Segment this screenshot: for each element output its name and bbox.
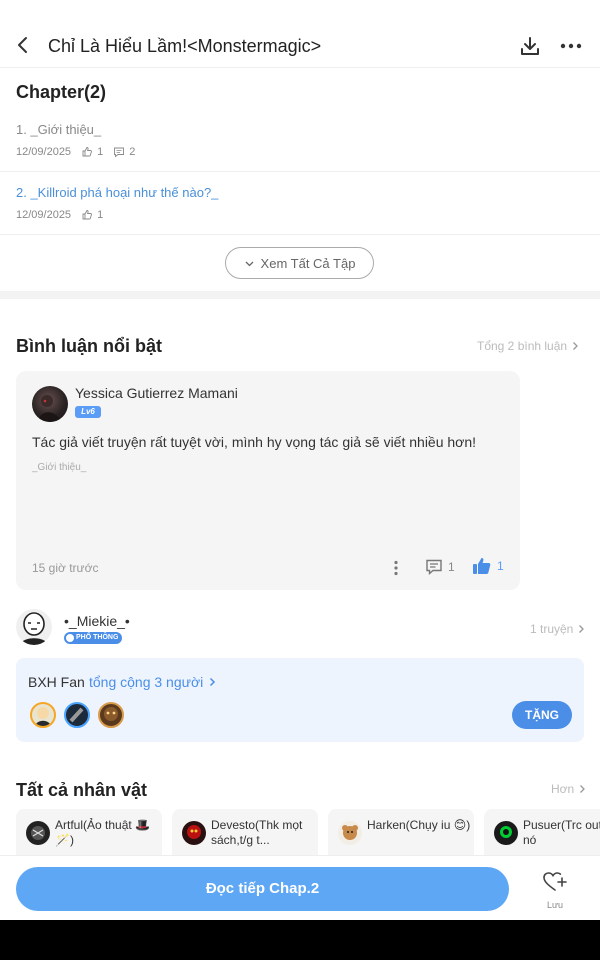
chapter-meta: 12/09/2025 1 2 (16, 146, 135, 158)
download-icon[interactable] (518, 34, 542, 58)
fan-total-label: tổng cộng 3 người (89, 674, 204, 690)
total-comments-link[interactable]: Tổng 2 bình luận (477, 339, 580, 353)
comment-icon (426, 559, 442, 576)
characters-more-label: Hơn (551, 782, 575, 796)
chapter-date: 12/09/2025 (16, 146, 72, 158)
author-stories-label: 1 truyện (530, 622, 574, 636)
fan-avatar[interactable] (30, 702, 56, 728)
comment-text: Tác giả viết truyện rất tuyệt vời, mình … (32, 434, 477, 450)
chapter-likes: 1 (97, 146, 104, 158)
featured-comment-card[interactable]: Yessica Gutierrez Mamani Lv6 Tác giả viế… (16, 371, 520, 590)
chevron-right-icon (210, 677, 216, 687)
fan-avatar[interactable] (64, 702, 90, 728)
comments-title: Bình luận nổi bật (16, 336, 162, 356)
screen: Chỉ Là Hiểu Lầm!<Monstermagic> Chapter(2… (0, 0, 600, 920)
thumbs-up-icon (473, 558, 491, 574)
author-tier-badge: PHỔ THÔNG (64, 632, 123, 644)
chapter-item[interactable]: 2. _Killroid phá hoại như thế nào?_ 12/0… (0, 172, 600, 235)
character-avatar (26, 821, 50, 845)
character-name: Pusuer(Trc out này nó (523, 818, 600, 847)
section-divider (0, 291, 600, 299)
total-comments-label: Tổng 2 bình luận (477, 339, 568, 353)
view-all-label: Xem Tất Cả Tập (260, 255, 356, 271)
character-avatar (338, 821, 362, 845)
like-button[interactable]: 1 (472, 557, 504, 575)
chevron-right-icon (579, 625, 585, 633)
gift-button[interactable]: TẶNG (512, 701, 572, 729)
comment-reply-button[interactable]: 1 (425, 558, 455, 576)
fan-ranking-label: BXH Fan (28, 674, 85, 690)
author-avatar[interactable] (16, 609, 52, 645)
chapter-name: 2. _Killroid phá hoại như thế nào?_ (16, 185, 219, 200)
like-icon (82, 210, 92, 220)
fan-ranking-box: BXH Fan tổng cộng 3 người TẶNG (16, 658, 584, 742)
continue-reading-button[interactable]: Đọc tiếp Chap.2 (16, 867, 509, 911)
author-name[interactable]: •_Miekie_• (64, 613, 130, 629)
chapter-name: 1. _Giới thiệu_ (16, 122, 102, 137)
character-avatar (182, 821, 206, 845)
chapter-item[interactable]: 1. _Giới thiệu_ 12/09/2025 1 2 (0, 108, 600, 172)
author-stories-link[interactable]: 1 truyện (530, 622, 586, 636)
view-all-chapters-button[interactable]: Xem Tất Cả Tập (225, 247, 374, 279)
chapter-date: 12/09/2025 (16, 209, 72, 221)
like-count: 1 (497, 559, 504, 573)
page-title: Chỉ Là Hiểu Lầm!<Monstermagic> (48, 36, 322, 56)
character-name: Harken(Chụy iu 😊) (367, 818, 471, 832)
back-chevron-icon[interactable] (12, 34, 34, 56)
fan-total-link[interactable]: tổng cộng 3 người (89, 674, 217, 690)
character-name: Devesto(Thk mọt sách,t/g t... (211, 818, 303, 847)
chapter-comments: 2 (129, 146, 136, 158)
like-icon (82, 147, 92, 157)
heart-plus-icon[interactable] (540, 870, 570, 894)
more-icon[interactable] (558, 34, 584, 58)
chapter-likes: 1 (97, 209, 104, 221)
chevron-right-icon (573, 342, 578, 350)
commenter-name[interactable]: Yessica Gutierrez Mamani (75, 385, 238, 401)
level-badge: Lv6 (75, 406, 101, 418)
chevron-right-icon (580, 785, 586, 793)
more-vertical-icon[interactable] (390, 559, 402, 577)
author-tier-label: PHỔ THÔNG (76, 634, 119, 641)
tier-icon (66, 634, 74, 642)
comment-icon (114, 147, 125, 158)
characters-title: Tất cả nhân vật (16, 780, 148, 800)
bottom-action-bar: Đọc tiếp Chap.2 Lưu (0, 855, 600, 920)
reply-count: 1 (448, 560, 455, 574)
comment-time: 15 giờ trước (32, 561, 99, 575)
top-bar: Chỉ Là Hiểu Lầm!<Monstermagic> (0, 0, 600, 68)
avatar[interactable] (32, 386, 68, 422)
comment-chapter-ref: _Giới thiệu_ (32, 462, 87, 473)
chevron-down-icon (245, 261, 254, 266)
save-label[interactable]: Lưu (537, 900, 573, 910)
chapters-title: Chapter(2) (16, 82, 107, 102)
fan-avatar[interactable] (98, 702, 124, 728)
character-name: Artful(Ảo thuật 🎩🪄) (55, 818, 150, 847)
chapter-meta: 12/09/2025 1 (16, 209, 103, 221)
characters-more-link[interactable]: Hơn (551, 782, 587, 796)
character-avatar (494, 821, 518, 845)
